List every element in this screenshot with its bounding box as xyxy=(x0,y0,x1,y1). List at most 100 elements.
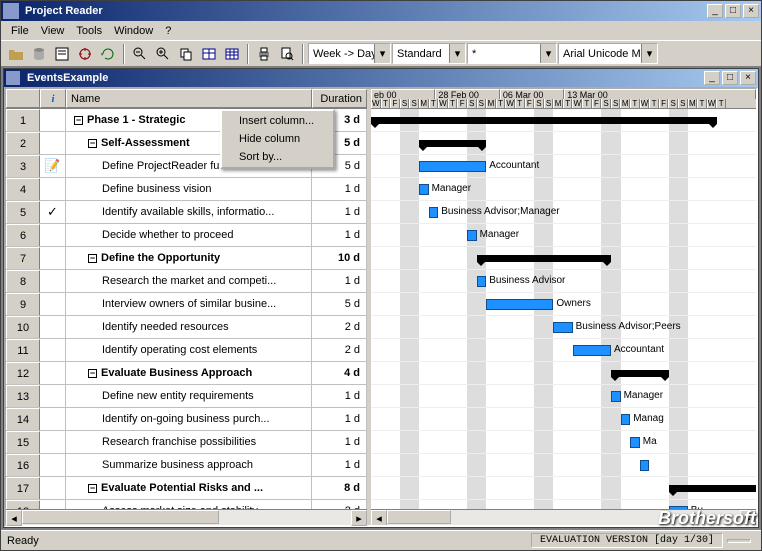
table-row[interactable]: 13Define new entity requirements1 d xyxy=(6,385,367,408)
duration-cell[interactable]: 8 d xyxy=(312,477,367,499)
table-row[interactable]: 14 Identify on-going business purch...1 d xyxy=(6,408,367,431)
table-row[interactable]: 6Decide whether to proceed1 d xyxy=(6,224,367,247)
duration-cell[interactable]: 1 d xyxy=(312,431,367,453)
menu-hide-column[interactable]: Hide column xyxy=(223,130,332,148)
gantt-row[interactable] xyxy=(371,385,756,408)
row-number[interactable]: 7 xyxy=(6,247,40,269)
row-number[interactable]: 18 xyxy=(6,500,40,509)
row-number[interactable]: 2 xyxy=(6,132,40,154)
table-row[interactable]: 9Interview owners of similar busine...5 … xyxy=(6,293,367,316)
zoom-in-icon[interactable] xyxy=(152,43,174,65)
row-number[interactable]: 15 xyxy=(6,431,40,453)
header-rownum[interactable] xyxy=(6,89,40,108)
menu-sort-by[interactable]: Sort by... xyxy=(223,148,332,166)
row-number[interactable]: 10 xyxy=(6,316,40,338)
table-row[interactable]: 7−Define the Opportunity10 d xyxy=(6,247,367,270)
table1-icon[interactable] xyxy=(198,43,220,65)
duration-cell[interactable]: 1 d xyxy=(312,178,367,200)
zoom-out-icon[interactable] xyxy=(129,43,151,65)
summary-bar[interactable] xyxy=(669,485,756,492)
child-maximize-button[interactable]: □ xyxy=(722,71,738,85)
gantt-row[interactable] xyxy=(371,408,756,431)
row-number[interactable]: 6 xyxy=(6,224,40,246)
task-bar[interactable] xyxy=(419,184,429,195)
table-row[interactable]: 12 −Evaluate Business Approach4 d xyxy=(6,362,367,385)
row-number[interactable]: 13 xyxy=(6,385,40,407)
task-bar[interactable] xyxy=(467,230,477,241)
task-bar[interactable] xyxy=(621,414,631,425)
gantt-row[interactable] xyxy=(371,339,756,362)
task-name-cell[interactable]: Research franchise possibilities xyxy=(66,431,312,453)
maximize-button[interactable]: □ xyxy=(725,4,741,18)
gantt-row[interactable] xyxy=(371,362,756,385)
menu-tools[interactable]: Tools xyxy=(70,23,108,39)
gantt-scrollbar[interactable]: ◂ ▸ xyxy=(371,509,756,525)
task-bar[interactable] xyxy=(611,391,621,402)
row-number[interactable]: 5 xyxy=(6,201,40,223)
summary-bar[interactable] xyxy=(611,370,669,377)
view-combo[interactable]: Standard▾ xyxy=(392,43,466,64)
menu-view[interactable]: View xyxy=(35,23,71,39)
table-row[interactable]: 5✓Identify available skills, informatio.… xyxy=(6,201,367,224)
close-button[interactable]: × xyxy=(743,4,759,18)
filter-combo[interactable]: *▾ xyxy=(467,43,557,64)
menu-file[interactable]: File xyxy=(5,23,35,39)
task-name-cell[interactable]: −Evaluate Business Approach xyxy=(66,362,312,384)
menu-insert-column[interactable]: Insert column... xyxy=(223,112,332,130)
task-bar[interactable] xyxy=(429,207,439,218)
task-name-cell[interactable]: Research the market and competi... xyxy=(66,270,312,292)
child-close-button[interactable]: × xyxy=(740,71,756,85)
row-number[interactable]: 8 xyxy=(6,270,40,292)
refresh-icon[interactable] xyxy=(97,43,119,65)
print-icon[interactable] xyxy=(253,43,275,65)
chevron-down-icon[interactable]: ▾ xyxy=(449,44,465,63)
task-bar[interactable] xyxy=(477,276,487,287)
task-name-cell[interactable]: Identify available skills, informatio... xyxy=(66,201,312,223)
duration-cell[interactable]: 1 d xyxy=(312,408,367,430)
scroll-left-icon[interactable]: ◂ xyxy=(6,510,22,526)
duration-cell[interactable]: 2 d xyxy=(312,500,367,509)
task-name-cell[interactable]: Identify on-going business purch... xyxy=(66,408,312,430)
scroll-left-icon[interactable]: ◂ xyxy=(371,510,387,525)
table2-icon[interactable] xyxy=(221,43,243,65)
summary-bar[interactable] xyxy=(419,140,486,147)
task-bar[interactable] xyxy=(630,437,640,448)
task-bar[interactable] xyxy=(553,322,572,333)
task-bar[interactable] xyxy=(486,299,553,310)
copy-icon[interactable] xyxy=(175,43,197,65)
chevron-down-icon[interactable]: ▾ xyxy=(641,44,657,63)
task-name-cell[interactable]: −Evaluate Potential Risks and ... xyxy=(66,477,312,499)
chevron-down-icon[interactable]: ▾ xyxy=(540,44,556,63)
row-number[interactable]: 9 xyxy=(6,293,40,315)
table-row[interactable]: 15 Research franchise possibilities1 d xyxy=(6,431,367,454)
header-indicator[interactable]: i xyxy=(40,89,66,108)
table-row[interactable]: 8Research the market and competi...1 d xyxy=(6,270,367,293)
font-combo[interactable]: Arial Unicode MS▾ xyxy=(558,43,658,64)
goto-icon[interactable] xyxy=(74,43,96,65)
task-name-cell[interactable]: Assess market size and stability xyxy=(66,500,312,509)
summary-bar[interactable] xyxy=(477,255,611,262)
menu-window[interactable]: Window xyxy=(108,23,159,39)
row-number[interactable]: 3 xyxy=(6,155,40,177)
properties-icon[interactable] xyxy=(51,43,73,65)
table-row[interactable]: 18 Assess market size and stability2 d xyxy=(6,500,367,509)
task-name-cell[interactable]: Summarize business approach xyxy=(66,454,312,476)
task-bar[interactable] xyxy=(573,345,611,356)
row-number[interactable]: 16 xyxy=(6,454,40,476)
row-number[interactable]: 12 xyxy=(6,362,40,384)
gantt-row[interactable] xyxy=(371,224,756,247)
duration-cell[interactable]: 1 d xyxy=(312,454,367,476)
preview-icon[interactable] xyxy=(276,43,298,65)
table-row[interactable]: 17−Evaluate Potential Risks and ...8 d xyxy=(6,477,367,500)
row-number[interactable]: 11 xyxy=(6,339,40,361)
task-bar[interactable] xyxy=(669,506,688,509)
duration-cell[interactable]: 4 d xyxy=(312,362,367,384)
gantt-row[interactable] xyxy=(371,454,756,477)
gantt-row[interactable] xyxy=(371,178,756,201)
open-icon[interactable] xyxy=(5,43,27,65)
task-name-cell[interactable]: Define new entity requirements xyxy=(66,385,312,407)
row-number[interactable]: 14 xyxy=(6,408,40,430)
header-duration[interactable]: Duration xyxy=(312,89,367,108)
table-row[interactable]: 4Define business vision1 d xyxy=(6,178,367,201)
table-row[interactable]: 11Identify operating cost elements2 d xyxy=(6,339,367,362)
